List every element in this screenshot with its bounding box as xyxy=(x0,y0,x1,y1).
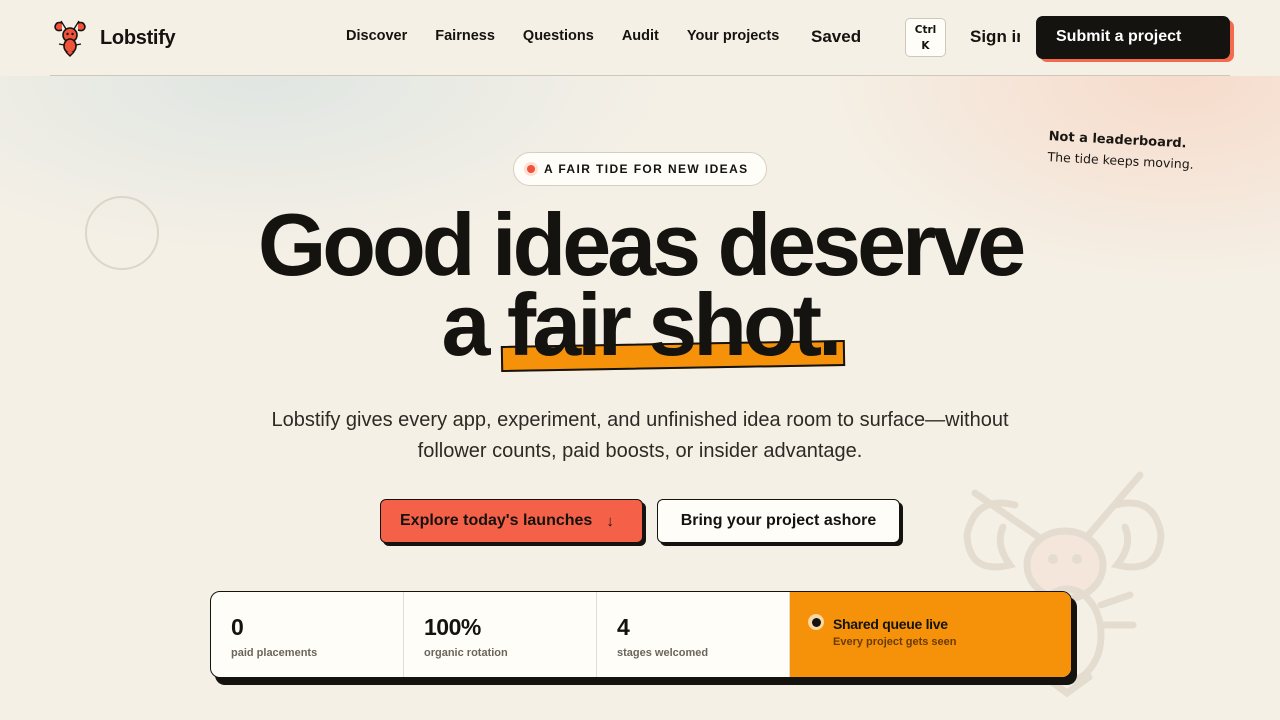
site-header: Lobstify Discover Fairness Questions Aud… xyxy=(50,0,1234,76)
nav-your-projects[interactable]: Your projects xyxy=(687,28,779,44)
stat-label: stages welcomed xyxy=(617,647,709,659)
live-status-icon xyxy=(808,614,824,630)
headline-line-2: a fair shot. xyxy=(0,281,1280,369)
stat-organic-rotation: 100% organic rotation xyxy=(404,592,597,677)
lobster-icon xyxy=(54,20,86,57)
stat-label: paid placements xyxy=(231,647,318,659)
stat-value: 100% xyxy=(424,614,481,640)
command-shortcut-button[interactable]: Ctrl K xyxy=(905,18,946,57)
side-note: Not a leaderboard. The tide keeps moving… xyxy=(1047,129,1195,172)
headline-line-1: Good ideas deserve xyxy=(257,195,1026,294)
submit-project-wrapper: Submit a project xyxy=(1036,16,1234,62)
bring-project-button[interactable]: Bring your project ashore xyxy=(657,499,900,543)
bring-project-button-wrapper: Bring your project ashore xyxy=(657,499,903,546)
hero-headline: Good ideas deserve a fair shot. xyxy=(0,195,1280,369)
headline-highlight: fair shot. xyxy=(507,281,843,369)
explore-button-wrapper: Explore today's launches ↓ xyxy=(380,499,646,546)
side-note-title: Not a leaderboard. xyxy=(1048,129,1187,152)
badge-text: A FAIR TIDE FOR NEW IDEAS xyxy=(544,162,749,176)
explore-launches-button[interactable]: Explore today's launches ↓ xyxy=(380,499,643,543)
live-status-text: Shared queue live Every project gets see… xyxy=(833,616,957,677)
arrow-down-icon: ↓ xyxy=(606,512,614,530)
headline-highlight-text: fair shot. xyxy=(506,275,843,374)
live-title: Shared queue live xyxy=(833,616,948,632)
brand-name: Lobstify xyxy=(100,26,176,49)
nav-fairness[interactable]: Fairness xyxy=(435,28,495,44)
shared-queue-status: Shared queue live Every project gets see… xyxy=(790,592,1071,677)
explore-button-label: Explore today's launches xyxy=(400,512,593,529)
hero-subheading: Lobstify gives every app, experiment, an… xyxy=(271,409,1009,462)
nav-discover[interactable]: Discover xyxy=(346,28,407,44)
nav-questions[interactable]: Questions xyxy=(523,28,594,44)
nav-saved[interactable]: Saved xyxy=(811,27,861,47)
side-note-body: The tide keeps moving. xyxy=(1047,149,1195,172)
hero-badge: A FAIR TIDE FOR NEW IDEAS xyxy=(513,152,767,186)
shortcut-key-ctrl: Ctrl xyxy=(914,24,937,36)
nav-audit[interactable]: Audit xyxy=(622,28,659,44)
submit-project-button[interactable]: Submit a project xyxy=(1036,16,1230,59)
headline-word-a: a xyxy=(441,275,491,374)
stat-paid-placements: 0 paid placements xyxy=(211,592,404,677)
stats-strip: 0 paid placements 100% organic rotation … xyxy=(210,591,1072,678)
live-subtitle: Every project gets seen xyxy=(833,636,957,648)
brand-logo[interactable]: Lobstify xyxy=(52,19,176,57)
stat-value: 4 xyxy=(617,614,630,640)
main-nav: Discover Fairness Questions Audit Your p… xyxy=(346,28,807,44)
stat-label: organic rotation xyxy=(424,647,508,659)
bring-project-label: Bring your project ashore xyxy=(680,512,877,529)
stat-stages-welcomed: 4 stages welcomed xyxy=(597,592,790,677)
shortcut-key-k: K xyxy=(921,40,930,52)
badge-dot-icon xyxy=(524,162,538,176)
sign-in-link[interactable]: Sign in xyxy=(970,27,1020,47)
stat-value: 0 xyxy=(231,614,244,640)
